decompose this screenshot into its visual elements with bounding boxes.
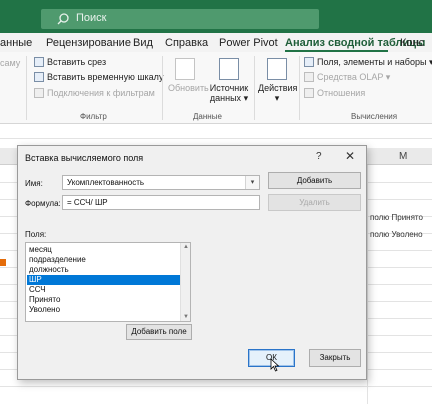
search-placeholder: Поиск [76, 12, 107, 24]
fields-listbox[interactable]: месяц подразделение должность ШР ССЧ При… [25, 242, 191, 322]
excel-window: Поиск анные Рецензирование Вид Справка P… [0, 0, 432, 404]
data-source-label: Источник [209, 83, 249, 93]
refresh-icon [175, 58, 195, 80]
scroll-up-icon[interactable]: ▲ [183, 244, 189, 250]
insert-timeline-label: Вставить временную шкалу [47, 72, 164, 82]
close-icon[interactable]: ✕ [345, 149, 355, 163]
name-label: Имя: [25, 179, 43, 188]
listbox-scrollbar[interactable]: ▲ ▼ [180, 243, 190, 321]
fields-label: Поля: [25, 230, 47, 239]
refresh-label: Обновить [168, 83, 209, 93]
tab-design[interactable]: Конс [400, 37, 424, 49]
chevron-down-icon: ▾ [383, 72, 391, 82]
group-label-calculations: Вычисления [351, 112, 398, 121]
chevron-down-icon: ▾ [428, 57, 432, 67]
fields-items-sets-label: Поля, элементы и наборы [317, 57, 427, 67]
ribbon-separator [254, 56, 255, 120]
insert-timeline-button[interactable]: Вставить временную шкалу [34, 72, 163, 82]
close-button[interactable]: Закрыть [309, 349, 361, 367]
tab-view[interactable]: Вид [133, 37, 153, 49]
olap-tools-label: Средства OLAP [317, 72, 384, 82]
ribbon-partial-item: саму [0, 58, 21, 68]
grid-line [0, 138, 432, 139]
ribbon-separator [26, 56, 27, 120]
dialog-title: Вставка вычисляемого поля [25, 153, 144, 163]
relationships-button[interactable]: Отношения [304, 88, 365, 98]
olap-icon [304, 72, 314, 82]
slicer-icon [34, 57, 44, 67]
fields-items-icon [304, 57, 314, 67]
list-item[interactable]: месяц [27, 245, 180, 255]
title-bar: Поиск [0, 0, 432, 33]
ribbon-tabs: анные Рецензирование Вид Справка Power P… [0, 33, 432, 52]
tab-help[interactable]: Справка [165, 37, 208, 49]
actions-button[interactable]: Действия ▾ [258, 58, 298, 103]
tab-data[interactable]: анные [0, 37, 32, 49]
ribbon-separator [299, 56, 300, 120]
chevron-down-icon[interactable]: ▾ [245, 176, 259, 189]
actions-icon [267, 58, 287, 80]
timeline-icon [34, 72, 44, 82]
add-field-button[interactable]: Добавить поле [126, 324, 192, 340]
formula-label: Формула: [25, 199, 61, 208]
filter-connections-button[interactable]: Подключения к фильтрам [34, 88, 155, 98]
tab-power-pivot[interactable]: Power Pivot [219, 37, 278, 49]
ribbon-separator [162, 56, 163, 120]
insert-calculated-field-dialog: Вставка вычисляемого поля ? ✕ Имя: Укомп… [17, 145, 367, 380]
refresh-button[interactable]: Обновить [168, 58, 209, 93]
data-source-icon [219, 58, 239, 80]
mouse-cursor-icon [270, 358, 280, 372]
sheet-cell[interactable]: полю Принято [370, 213, 423, 222]
list-item[interactable]: Уволено [27, 305, 180, 315]
name-value: Укомплектованность [67, 178, 145, 187]
ribbon: саму Вставить срез Вставить временную шк… [0, 52, 432, 124]
filter-connections-icon [34, 88, 44, 98]
chevron-down-icon: ▾ [241, 93, 249, 103]
list-item-selected[interactable]: ШР [27, 275, 180, 285]
filter-connections-label: Подключения к фильтрам [47, 88, 155, 98]
insert-slicer-button[interactable]: Вставить срез [34, 57, 106, 67]
fields-items-sets-button[interactable]: Поля, элементы и наборы ▾ [304, 57, 432, 68]
list-item[interactable]: должность [27, 265, 180, 275]
olap-tools-button[interactable]: Средства OLAP ▾ [304, 72, 390, 83]
delete-button[interactable]: Удалить [268, 194, 361, 211]
list-item[interactable]: Принято [27, 295, 180, 305]
orange-cell-marker [0, 259, 6, 266]
relationships-label: Отношения [317, 88, 366, 98]
tab-review[interactable]: Рецензирование [46, 37, 131, 49]
data-source-label-2: данных [209, 93, 242, 103]
group-label-filter: Фильтр [80, 112, 107, 121]
search-icon [57, 13, 69, 25]
list-item[interactable]: подразделение [27, 255, 180, 265]
actions-label: Действия [258, 83, 298, 93]
formula-field[interactable]: = ССЧ/ ШР [62, 195, 260, 210]
help-icon[interactable]: ? [316, 151, 322, 162]
scroll-down-icon[interactable]: ▼ [183, 314, 189, 320]
group-label-data: Данные [193, 112, 222, 121]
column-header-m[interactable]: M [399, 151, 407, 162]
insert-slicer-label: Вставить срез [47, 57, 107, 67]
sheet-cell[interactable]: полю Уволено [370, 230, 423, 239]
relationships-icon [304, 88, 314, 98]
name-combobox[interactable]: Укомплектованность ▾ [62, 175, 260, 190]
search-box[interactable]: Поиск [41, 9, 319, 29]
add-button[interactable]: Добавить [268, 172, 361, 189]
change-data-source-button[interactable]: Источник данных ▾ [208, 58, 250, 103]
chevron-down-icon: ▾ [274, 93, 280, 103]
grid-line [0, 386, 432, 387]
list-item[interactable]: ССЧ [27, 285, 180, 295]
